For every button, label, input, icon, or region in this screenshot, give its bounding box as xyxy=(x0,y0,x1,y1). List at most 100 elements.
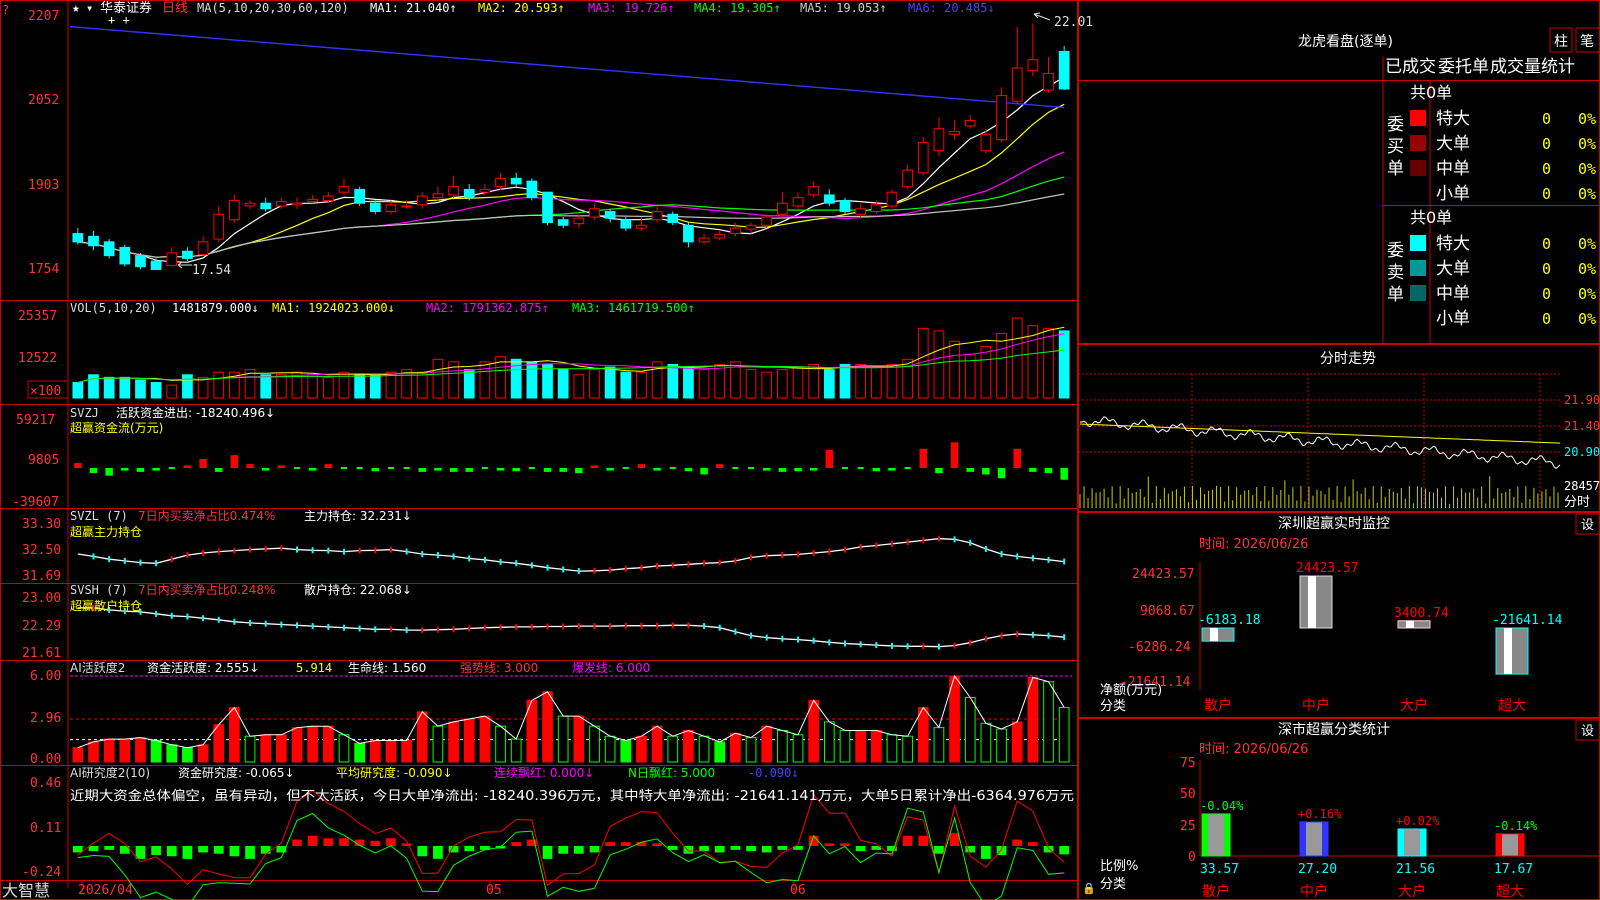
ai-activity-chart[interactable] xyxy=(70,674,1072,763)
candle-body[interactable] xyxy=(510,177,522,185)
research-bar[interactable] xyxy=(260,846,271,854)
classify-settings-label[interactable]: 设 xyxy=(1581,724,1594,739)
svsh-chart[interactable] xyxy=(77,604,1066,650)
candle-body[interactable] xyxy=(1011,67,1023,102)
research-bar[interactable] xyxy=(386,838,396,846)
activity-bar[interactable] xyxy=(197,744,209,763)
candle-body[interactable] xyxy=(103,241,115,257)
research-bar[interactable] xyxy=(620,842,631,846)
volume-bar[interactable] xyxy=(761,371,773,399)
candle-body[interactable] xyxy=(980,133,992,152)
research-bar[interactable] xyxy=(88,846,99,852)
research-bar[interactable] xyxy=(965,846,976,853)
volume-bar[interactable] xyxy=(745,369,757,399)
candle-body[interactable] xyxy=(401,205,412,208)
research-bar[interactable] xyxy=(542,846,553,859)
volume-bar[interactable] xyxy=(307,374,319,399)
candle-body[interactable] xyxy=(526,180,538,199)
flow-bar[interactable] xyxy=(230,455,239,468)
research-bar[interactable] xyxy=(198,846,208,853)
flow-bar[interactable] xyxy=(277,465,286,468)
candle-body[interactable] xyxy=(448,186,459,196)
flow-bar[interactable] xyxy=(935,468,943,474)
tab-orders[interactable]: 委托单 xyxy=(1438,57,1489,77)
activity-bar[interactable] xyxy=(432,725,444,763)
activity-bar[interactable] xyxy=(479,715,491,763)
activity-bar[interactable] xyxy=(604,735,616,763)
candle-body[interactable] xyxy=(542,191,553,224)
volume-bar[interactable] xyxy=(354,374,365,399)
volume-bar[interactable] xyxy=(432,358,444,399)
research-bar[interactable] xyxy=(213,846,224,854)
kline-chart[interactable] xyxy=(69,12,1070,270)
volume-bar[interactable] xyxy=(886,363,898,399)
flow-bar[interactable] xyxy=(324,464,333,468)
candle-body[interactable] xyxy=(182,250,193,259)
candle-body[interactable] xyxy=(604,211,616,219)
candle-body[interactable] xyxy=(636,224,647,229)
candle-body[interactable] xyxy=(761,216,773,226)
volume-bar[interactable] xyxy=(166,384,178,399)
research-bar[interactable] xyxy=(1028,842,1038,846)
activity-bar[interactable] xyxy=(119,738,131,763)
candle-body[interactable] xyxy=(291,202,303,206)
activity-bar[interactable] xyxy=(401,740,412,763)
research-bar[interactable] xyxy=(292,839,302,846)
activity-bar[interactable] xyxy=(1027,676,1039,763)
volume-bar[interactable] xyxy=(135,379,146,399)
volume-bar[interactable] xyxy=(996,332,1007,399)
research-bar[interactable] xyxy=(511,842,522,846)
activity-bar[interactable] xyxy=(714,741,726,763)
activity-bar[interactable] xyxy=(730,732,741,763)
candle-body[interactable] xyxy=(777,202,788,215)
research-bar[interactable] xyxy=(714,846,725,853)
activity-bar[interactable] xyxy=(542,691,553,763)
research-bar[interactable] xyxy=(339,838,349,846)
candle-body[interactable] xyxy=(683,224,694,243)
volume-bar[interactable] xyxy=(855,363,866,399)
activity-bar[interactable] xyxy=(244,735,256,763)
flow-bar[interactable] xyxy=(575,468,583,474)
research-bar[interactable] xyxy=(151,846,161,855)
volume-bar[interactable] xyxy=(542,363,553,399)
flow-bar[interactable] xyxy=(465,468,473,472)
flow-bar[interactable] xyxy=(809,468,818,471)
volume-bar[interactable] xyxy=(213,371,225,399)
svzj-chart[interactable] xyxy=(74,442,1068,480)
candle-body[interactable] xyxy=(917,142,929,174)
activity-bar[interactable] xyxy=(135,737,146,763)
candle-body[interactable] xyxy=(416,195,428,206)
research-bar[interactable] xyxy=(558,846,569,854)
flow-bar[interactable] xyxy=(888,468,896,471)
activity-bar[interactable] xyxy=(651,725,663,763)
flow-bar[interactable] xyxy=(997,468,1006,479)
flow-bar[interactable] xyxy=(418,468,426,472)
research-bar[interactable] xyxy=(981,846,991,859)
tab-executed[interactable]: 已成交 xyxy=(1385,57,1436,77)
activity-bar[interactable] xyxy=(385,740,397,763)
activity-bar[interactable] xyxy=(870,729,882,763)
flow-bar[interactable] xyxy=(1060,468,1068,480)
activity-bar[interactable] xyxy=(964,697,976,763)
dropdown-icon[interactable]: ▾ xyxy=(86,1,93,15)
volume-bar[interactable] xyxy=(526,361,538,399)
candle-body[interactable] xyxy=(166,252,178,267)
candle-body[interactable] xyxy=(354,188,365,204)
volume-bar[interactable] xyxy=(620,371,632,399)
candle-body[interactable] xyxy=(823,194,835,204)
research-bar[interactable] xyxy=(840,843,850,846)
research-bar[interactable] xyxy=(699,846,709,852)
volume-bar[interactable] xyxy=(1058,330,1070,399)
research-bar[interactable] xyxy=(777,846,788,850)
flow-bar[interactable] xyxy=(136,468,145,472)
candle-body[interactable] xyxy=(119,246,131,265)
candle-body[interactable] xyxy=(557,219,569,226)
volume-bar[interactable] xyxy=(150,382,162,399)
detail-view-label[interactable]: 笔 xyxy=(1580,34,1594,50)
activity-bar[interactable] xyxy=(103,738,115,763)
vol-unit[interactable]: ×100 xyxy=(30,384,61,399)
activity-bar[interactable] xyxy=(166,744,178,763)
flow-bar[interactable] xyxy=(872,468,881,472)
volume-bar[interactable] xyxy=(714,363,726,399)
volume-bar[interactable] xyxy=(667,363,679,399)
